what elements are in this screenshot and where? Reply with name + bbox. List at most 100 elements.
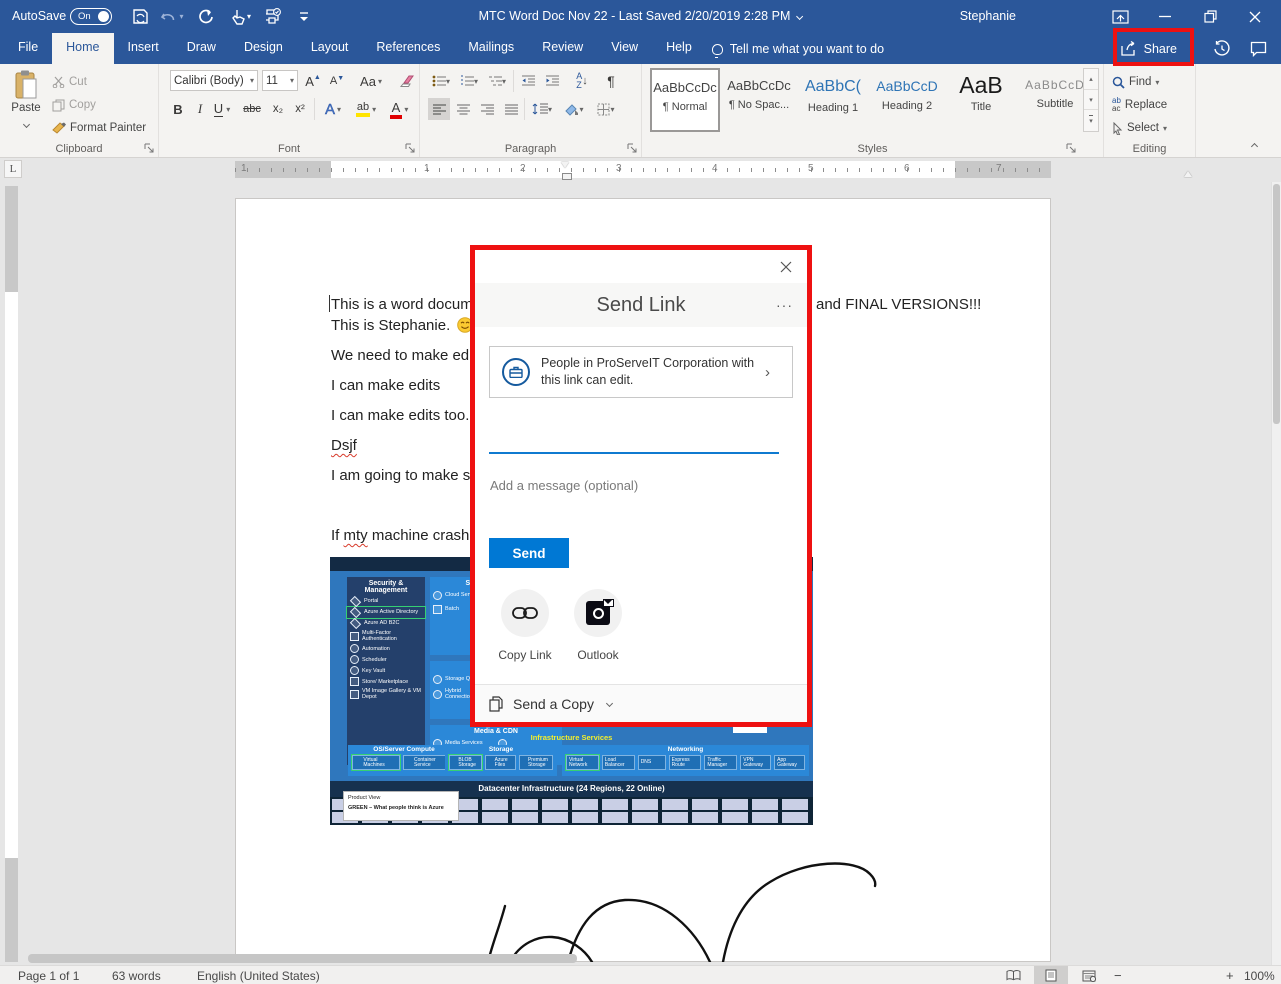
- styles-scroll-down[interactable]: ▾: [1084, 89, 1098, 109]
- restore-button[interactable]: [1190, 0, 1230, 33]
- zoom-in-button[interactable]: +: [1226, 968, 1234, 983]
- align-left-button[interactable]: [428, 98, 450, 120]
- doc-line-7[interactable]: I am going to make som: [331, 467, 491, 484]
- tab-draw[interactable]: Draw: [173, 33, 230, 64]
- collapse-ribbon-button[interactable]: [1252, 138, 1257, 152]
- user-name[interactable]: Stephanie: [960, 9, 1016, 23]
- right-indent-marker[interactable]: [1184, 167, 1192, 177]
- ribbon-display-options-button[interactable]: [1100, 0, 1140, 33]
- page-indicator[interactable]: Page 1 of 1: [18, 969, 79, 983]
- font-color-button[interactable]: A▾: [385, 98, 413, 120]
- styles-more-button[interactable]: ▾: [1084, 109, 1098, 130]
- bullets-button[interactable]: ▾: [428, 70, 454, 92]
- clipboard-dialog-launcher[interactable]: [144, 143, 155, 154]
- send-a-copy-button[interactable]: Send a Copy: [475, 684, 807, 722]
- doc-line-4[interactable]: I can make edits: [331, 377, 440, 394]
- style-normal[interactable]: AaBbCcDc ¶ Normal: [650, 68, 720, 132]
- tab-view[interactable]: View: [597, 33, 652, 64]
- close-button[interactable]: [1235, 0, 1275, 33]
- web-layout-button[interactable]: [1072, 966, 1106, 984]
- bold-button[interactable]: B: [167, 98, 189, 120]
- grow-font-button[interactable]: A▲: [302, 70, 324, 92]
- dialog-close-button[interactable]: [777, 258, 795, 276]
- undo-button[interactable]: ▾: [160, 5, 184, 28]
- tab-help[interactable]: Help: [652, 33, 706, 64]
- style-no-spacing[interactable]: AaBbCcDc ¶ No Spac...: [724, 68, 794, 132]
- doc-line-1[interactable]: This is a word documen: [331, 296, 489, 313]
- vertical-scrollbar-thumb[interactable]: [1273, 184, 1280, 424]
- tab-mailings[interactable]: Mailings: [454, 33, 528, 64]
- paragraph-dialog-launcher[interactable]: [627, 143, 638, 154]
- vertical-ruler[interactable]: [5, 186, 18, 962]
- format-painter-button[interactable]: Format Painter: [52, 117, 146, 139]
- show-formatting-button[interactable]: ¶: [600, 70, 622, 92]
- tab-selector[interactable]: L: [4, 160, 22, 178]
- styles-scroll-up[interactable]: ▴: [1084, 69, 1098, 89]
- shading-button[interactable]: ▾: [560, 98, 588, 120]
- undo-dropdown[interactable]: ▾: [179, 12, 183, 21]
- tab-references[interactable]: References: [362, 33, 454, 64]
- align-center-button[interactable]: [452, 98, 474, 120]
- select-button[interactable]: Select▾: [1112, 117, 1167, 139]
- italic-button[interactable]: I: [189, 98, 211, 120]
- cut-button[interactable]: Cut: [52, 71, 87, 93]
- print-preview-button[interactable]: [260, 5, 284, 28]
- style-subtitle[interactable]: AaBbCcD Subtitle: [1020, 68, 1090, 132]
- language-indicator[interactable]: English (United States): [197, 969, 320, 983]
- justify-button[interactable]: [500, 98, 522, 120]
- ink-scribble-drawing[interactable]: [430, 840, 1000, 962]
- outlook-button[interactable]: [574, 589, 622, 637]
- doc-line-6[interactable]: Dsjf: [331, 437, 357, 454]
- comments-button[interactable]: [1240, 33, 1277, 64]
- left-indent-marker[interactable]: [561, 162, 570, 177]
- activity-button[interactable]: [1203, 33, 1240, 64]
- clear-formatting-button[interactable]: [396, 70, 418, 92]
- borders-button[interactable]: ▾: [592, 98, 620, 120]
- tell-me-box[interactable]: Tell me what you want to do: [706, 35, 894, 64]
- align-right-button[interactable]: [476, 98, 498, 120]
- doc-line-3[interactable]: We need to make edits: [331, 347, 484, 364]
- print-layout-button[interactable]: [1034, 966, 1068, 984]
- font-dialog-launcher[interactable]: [405, 143, 416, 154]
- doc-line-1-right[interactable]: and FINAL VERSIONS!!!: [816, 296, 981, 313]
- word-count[interactable]: 63 words: [112, 969, 161, 983]
- send-button[interactable]: Send: [489, 538, 569, 568]
- sort-button[interactable]: AZ ↓: [569, 70, 595, 92]
- tab-review[interactable]: Review: [528, 33, 597, 64]
- minimize-button[interactable]: [1145, 0, 1185, 33]
- tab-file[interactable]: File: [4, 33, 52, 64]
- doc-line-2[interactable]: This is Stephanie.: [331, 317, 473, 334]
- message-placeholder[interactable]: Add a message (optional): [490, 478, 638, 493]
- style-heading2[interactable]: AaBbCcD Heading 2: [872, 68, 942, 132]
- doc-line-5[interactable]: I can make edits too. Su: [331, 407, 492, 424]
- copy-button[interactable]: Copy: [52, 94, 96, 116]
- paste-button[interactable]: Paste: [8, 70, 44, 130]
- font-family-combo[interactable]: Calibri (Body)▾: [170, 70, 258, 91]
- line-spacing-button[interactable]: ▾: [528, 98, 556, 120]
- style-heading1[interactable]: AaBbC( Heading 1: [798, 68, 868, 132]
- strikethrough-button[interactable]: abc: [241, 98, 263, 120]
- font-size-combo[interactable]: 11▾: [262, 70, 298, 91]
- shrink-font-button[interactable]: A▼: [326, 70, 348, 92]
- replace-button[interactable]: abac Replace: [1112, 94, 1167, 116]
- doc-line-8[interactable]: If mty machine crashes: [331, 527, 485, 544]
- tab-layout[interactable]: Layout: [297, 33, 363, 64]
- link-permission-button[interactable]: People in ProServeIT Corporation with th…: [489, 346, 793, 398]
- increase-indent-button[interactable]: [541, 70, 563, 92]
- superscript-button[interactable]: x²: [289, 98, 311, 120]
- paste-dropdown-icon[interactable]: [22, 121, 29, 128]
- redo-button[interactable]: [194, 5, 218, 28]
- multilevel-list-button[interactable]: ▾: [484, 70, 510, 92]
- style-title[interactable]: AaB Title: [946, 68, 1016, 132]
- underline-button[interactable]: U▾: [211, 98, 233, 120]
- zoom-out-button[interactable]: −: [1114, 968, 1122, 983]
- change-case-button[interactable]: Aa▾: [356, 70, 386, 92]
- recipient-input[interactable]: [489, 428, 779, 454]
- subscript-button[interactable]: x₂: [267, 98, 289, 120]
- save-button[interactable]: [128, 5, 152, 28]
- decrease-indent-button[interactable]: [517, 70, 539, 92]
- horizontal-scrollbar[interactable]: [28, 954, 577, 963]
- styles-dialog-launcher[interactable]: [1066, 143, 1077, 154]
- find-button[interactable]: Find▾: [1112, 71, 1159, 93]
- read-mode-button[interactable]: [996, 966, 1030, 984]
